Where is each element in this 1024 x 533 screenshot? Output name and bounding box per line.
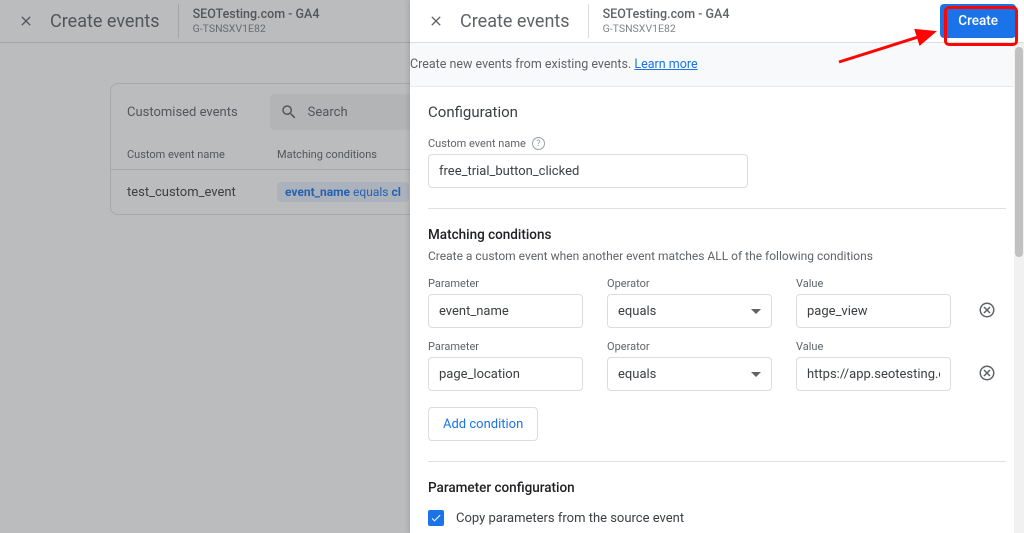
operator-select[interactable]: equals: [607, 294, 772, 328]
operator-select[interactable]: equals: [607, 357, 772, 391]
checkbox-icon: [428, 510, 444, 526]
sheet-property: SEOTesting.com - GA4 G-TSNSXV1E82: [588, 4, 730, 38]
parameter-input[interactable]: [428, 357, 583, 391]
matching-subtext: Create a custom event when another event…: [428, 249, 1006, 263]
add-condition-button[interactable]: Add condition: [428, 407, 538, 441]
create-event-sheet: Create events SEOTesting.com - GA4 G-TSN…: [410, 0, 1024, 533]
param-config-heading: Parameter configuration: [428, 480, 1006, 496]
value-input[interactable]: [796, 357, 951, 391]
close-icon[interactable]: [418, 3, 454, 39]
copy-params-checkbox[interactable]: Copy parameters from the source event: [428, 510, 1006, 526]
sheet-topbar: Create events SEOTesting.com - GA4 G-TSN…: [410, 0, 1024, 43]
sheet-title: Create events: [460, 11, 570, 32]
remove-condition-button[interactable]: [975, 298, 999, 322]
sheet-property-name: SEOTesting.com - GA4: [603, 7, 730, 22]
info-banner: Create new events from existing events. …: [410, 43, 1024, 87]
chevron-down-icon: [751, 372, 761, 377]
parameter-input[interactable]: [428, 294, 583, 328]
sheet-content: Configuration Custom event name? Matchin…: [410, 87, 1024, 533]
learn-more-link[interactable]: Learn more: [634, 57, 697, 72]
chevron-down-icon: [751, 309, 761, 314]
remove-condition-button[interactable]: [975, 361, 999, 385]
matching-heading: Matching conditions: [428, 227, 1006, 243]
event-name-label: Custom event name?: [428, 137, 1006, 150]
condition-row: Parameter Operator equals Value: [428, 277, 1006, 328]
configuration-heading: Configuration: [428, 103, 1006, 121]
scrollbar[interactable]: [1014, 43, 1024, 533]
create-button[interactable]: Create: [940, 4, 1016, 38]
help-icon[interactable]: ?: [532, 137, 545, 150]
custom-event-name-input[interactable]: [428, 154, 748, 188]
condition-row: Parameter Operator equals Value: [428, 340, 1006, 391]
value-input[interactable]: [796, 294, 951, 328]
scrollbar-thumb[interactable]: [1015, 47, 1023, 257]
sheet-property-id: G-TSNSXV1E82: [603, 22, 730, 35]
